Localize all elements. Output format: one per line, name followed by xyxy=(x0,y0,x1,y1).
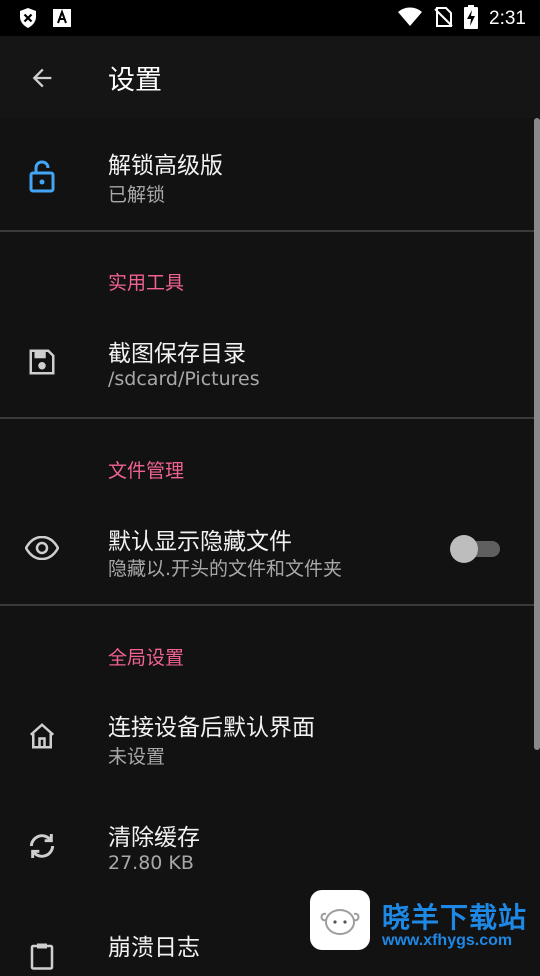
pref-summary: /sdcard/Pictures xyxy=(108,368,260,390)
pref-title: 截图保存目录 xyxy=(108,341,246,367)
clipboard-icon xyxy=(22,936,62,976)
pref-default-view[interactable]: 连接设备后默认界面 未设置 xyxy=(0,680,534,788)
battery-charging-icon xyxy=(463,5,479,33)
pref-screenshot-dir[interactable]: 截图保存目录 /sdcard/Pictures xyxy=(0,306,534,416)
switch-thumb xyxy=(450,535,478,563)
pref-clear-cache[interactable]: 清除缓存 27.80 KB xyxy=(0,790,534,898)
back-button[interactable] xyxy=(22,58,62,98)
arrow-back-icon xyxy=(32,68,52,88)
pref-summary: 已解锁 xyxy=(108,184,166,206)
sheep-logo-icon xyxy=(310,890,370,950)
clock: 2:31 xyxy=(489,8,526,29)
home-icon xyxy=(22,716,62,756)
a-badge-icon xyxy=(52,8,72,32)
wifi-icon xyxy=(397,7,423,31)
pref-unlock-premium[interactable]: 解锁高级版 已解锁 xyxy=(0,118,534,230)
page-title: 设置 xyxy=(108,65,162,96)
watermark-url: www.xfhygs.com xyxy=(382,932,513,949)
no-sim-icon xyxy=(433,6,453,32)
app-toolbar: 设置 xyxy=(0,36,540,118)
pref-title: 崩溃日志 xyxy=(108,935,200,961)
eye-icon xyxy=(22,528,62,568)
divider xyxy=(0,230,534,232)
scrollbar[interactable] xyxy=(534,118,540,750)
divider xyxy=(0,417,534,419)
pref-title: 解锁高级版 xyxy=(108,153,223,179)
pref-title: 默认显示隐藏文件 xyxy=(108,529,292,555)
pref-summary: 27.80 KB xyxy=(108,852,194,874)
category-tools: 实用工具 xyxy=(108,272,185,294)
category-global-settings: 全局设置 xyxy=(108,647,185,669)
pref-summary: 未设置 xyxy=(108,746,166,768)
refresh-icon xyxy=(22,826,62,866)
pref-summary: 隐藏以.开头的文件和文件夹 xyxy=(108,558,343,580)
divider xyxy=(0,604,534,606)
status-bar: 2:31 xyxy=(0,0,540,36)
watermark: 晓羊下载站 www.xfhygs.com xyxy=(310,890,540,960)
shield-x-icon xyxy=(18,7,38,33)
show-hidden-files-switch[interactable] xyxy=(450,535,500,563)
pref-title: 清除缓存 xyxy=(108,825,200,851)
pref-title: 连接设备后默认界面 xyxy=(108,715,315,741)
pref-show-hidden-files[interactable]: 默认显示隐藏文件 隐藏以.开头的文件和文件夹 xyxy=(0,494,534,604)
category-file-management: 文件管理 xyxy=(108,460,185,482)
save-icon xyxy=(22,342,62,382)
lock-open-icon xyxy=(22,156,62,196)
watermark-name: 晓羊下载站 xyxy=(382,901,528,934)
